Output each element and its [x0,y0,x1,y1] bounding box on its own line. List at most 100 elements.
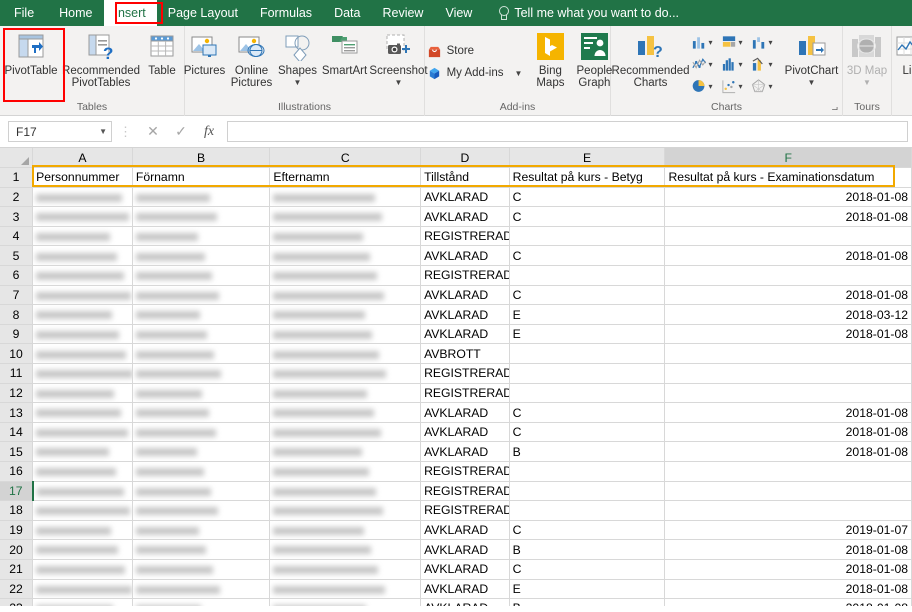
pivot-chart-button[interactable]: PivotChart ▼ [781,29,843,87]
shapes-button[interactable]: Shapes ▼ [276,29,320,87]
cell-a20[interactable] [33,540,133,560]
cell-e3[interactable]: C [509,207,665,227]
tab-formulas[interactable]: Formulas [249,0,323,26]
cell-d9[interactable]: AVKLARAD [421,324,510,344]
cell-c15[interactable] [270,442,421,462]
name-box-caret-icon[interactable]: ▼ [99,127,107,136]
cell-a21[interactable] [33,559,133,579]
cell-c18[interactable] [270,501,421,521]
line-sparkline-button[interactable]: Li [885,29,912,78]
cell-f11[interactable] [665,364,912,384]
pictures-button[interactable]: Pictures [182,29,228,78]
cell-e21[interactable]: C [509,559,665,579]
cell-e16[interactable] [509,462,665,482]
row-header-4[interactable]: 4 [0,226,33,246]
cell-d23[interactable]: AVKLARAD [421,599,510,606]
cell-f4[interactable] [665,226,912,246]
cell-a16[interactable] [33,462,133,482]
cell-b10[interactable] [132,344,269,364]
cell-b17[interactable] [132,481,269,501]
cell-f23[interactable]: 2018-01-08 [665,599,912,606]
cell-d18[interactable]: REGISTRERAD [421,501,510,521]
cell-a13[interactable] [33,403,133,423]
row-header-23[interactable]: 23 [0,599,33,606]
cell-b12[interactable] [132,383,269,403]
cell-c11[interactable] [270,364,421,384]
cell-e14[interactable]: C [509,422,665,442]
cell-d4[interactable]: REGISTRERAD [421,226,510,246]
row-header-17[interactable]: 17 [0,481,33,501]
cell-e8[interactable]: E [509,305,665,325]
row-header-12[interactable]: 12 [0,383,33,403]
column-header-f[interactable]: F [665,148,912,168]
cell-c4[interactable] [270,226,421,246]
cell-a11[interactable] [33,364,133,384]
cell-b16[interactable] [132,462,269,482]
cell-c14[interactable] [270,422,421,442]
cell-d5[interactable]: AVKLARAD [421,246,510,266]
row-header-8[interactable]: 8 [0,305,33,325]
row-header-18[interactable]: 18 [0,501,33,521]
cell-d16[interactable]: REGISTRERAD [421,462,510,482]
cell-e9[interactable]: E [509,324,665,344]
tell-me-search[interactable]: Tell me what you want to do... [489,0,687,26]
cell-b9[interactable] [132,324,269,344]
cell-d20[interactable]: AVKLARAD [421,540,510,560]
row-header-19[interactable]: 19 [0,520,33,540]
cell-b15[interactable] [132,442,269,462]
name-box[interactable]: F17 ▼ [8,121,112,142]
cell-f8[interactable]: 2018-03-12 [665,305,912,325]
cell-b20[interactable] [132,540,269,560]
column-chart-icon[interactable]: ▾ [691,34,721,50]
3d-map-caret-icon[interactable]: ▼ [863,79,871,87]
cell-f20[interactable]: 2018-01-08 [665,540,912,560]
row-header-15[interactable]: 15 [0,442,33,462]
cell-e1[interactable]: Resultat på kurs - Betyg [509,168,665,188]
cell-f5[interactable]: 2018-01-08 [665,246,912,266]
formula-input[interactable] [227,121,908,142]
worksheet-grid[interactable]: A B C D E F 1 Personnummer Förnamn Efter… [0,148,912,606]
cell-a22[interactable] [33,579,133,599]
cell-d11[interactable]: REGISTRERAD [421,364,510,384]
cell-f22[interactable]: 2018-01-08 [665,579,912,599]
cell-f1[interactable]: Resultat på kurs - Examinationsdatum [665,168,912,188]
insert-function-icon[interactable]: fx [195,124,223,140]
column-header-d[interactable]: D [421,148,510,168]
cell-a23[interactable] [33,599,133,606]
cell-c23[interactable] [270,599,421,606]
column-header-a[interactable]: A [33,148,133,168]
cell-a18[interactable] [33,501,133,521]
cell-e12[interactable] [509,383,665,403]
confirm-icon[interactable]: ✓ [167,123,195,140]
tab-insert[interactable]: Insert [104,0,157,26]
cell-f12[interactable] [665,383,912,403]
cell-e18[interactable] [509,501,665,521]
cell-b11[interactable] [132,364,269,384]
cell-d13[interactable]: AVKLARAD [421,403,510,423]
my-addins-caret-icon[interactable]: ▼ [514,70,522,78]
cell-a12[interactable] [33,383,133,403]
cell-b1[interactable]: Förnamn [132,168,269,188]
cell-e4[interactable] [509,226,665,246]
bing-maps-button[interactable]: Bing Maps [528,29,572,89]
3d-map-button[interactable]: 3D Map ▼ [843,29,891,87]
cell-b8[interactable] [132,305,269,325]
cell-e23[interactable]: B [509,599,665,606]
cell-b2[interactable] [132,187,269,207]
cell-a9[interactable] [33,324,133,344]
cell-b5[interactable] [132,246,269,266]
online-pictures-button[interactable]: Online Pictures [228,29,276,89]
cell-d10[interactable]: AVBROTT [421,344,510,364]
cell-b18[interactable] [132,501,269,521]
cell-c20[interactable] [270,540,421,560]
cell-d3[interactable]: AVKLARAD [421,207,510,227]
cell-e22[interactable]: E [509,579,665,599]
cell-a17[interactable] [33,481,133,501]
cell-f18[interactable] [665,501,912,521]
cell-f15[interactable]: 2018-01-08 [665,442,912,462]
cell-b6[interactable] [132,266,269,286]
cell-e19[interactable]: C [509,520,665,540]
cell-c6[interactable] [270,266,421,286]
cell-a4[interactable] [33,226,133,246]
my-addins-button[interactable]: My Add-ins ▼ [425,62,529,84]
